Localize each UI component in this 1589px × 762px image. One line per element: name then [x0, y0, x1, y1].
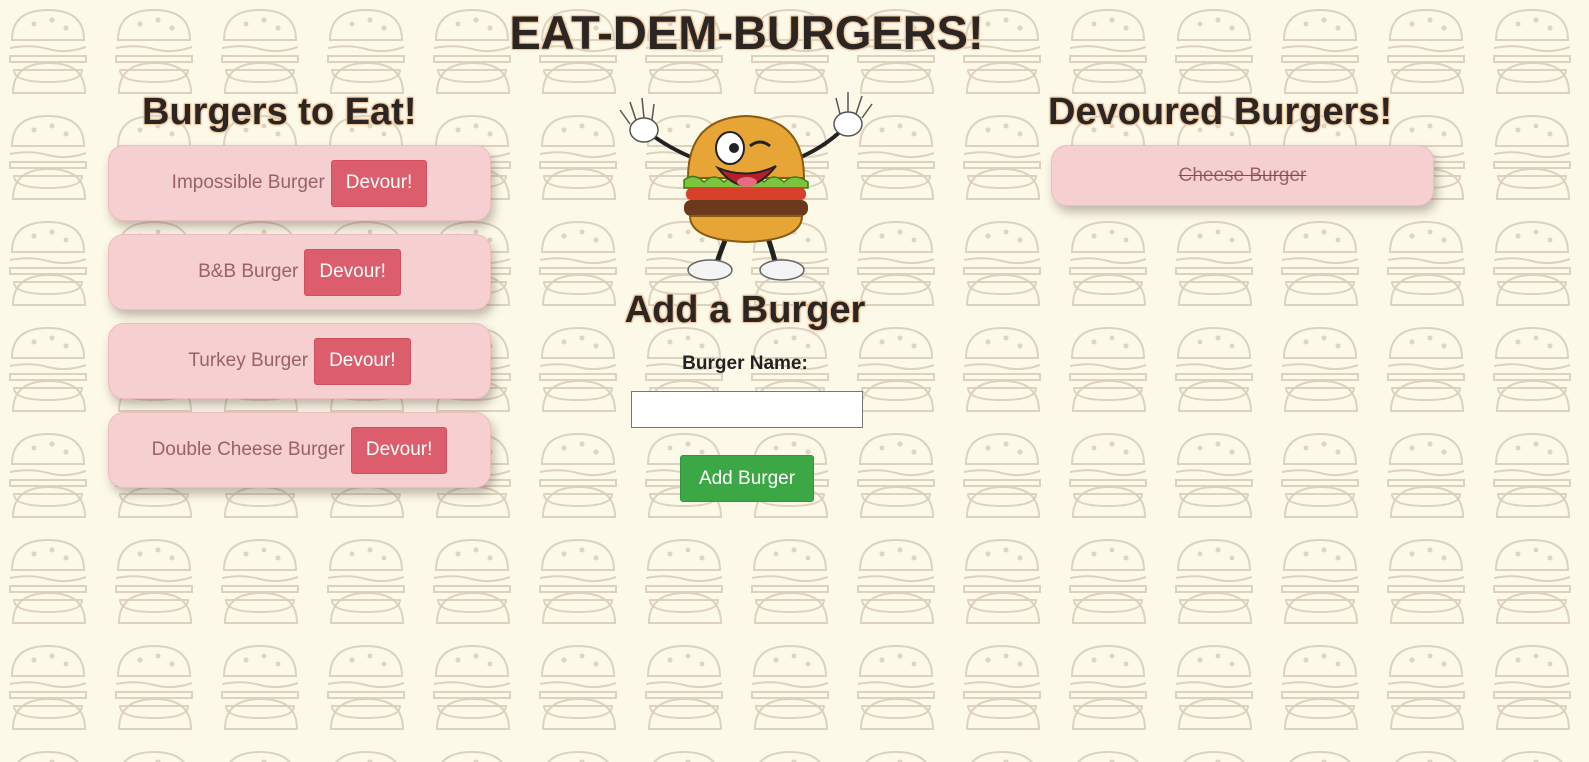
burger-name: Double Cheese Burger [151, 439, 345, 460]
add-burger-button[interactable]: Add Burger [680, 455, 814, 502]
devoured-burger-name: Cheese Burger [1178, 164, 1307, 186]
page-title: EAT-DEM-BURGERS! [509, 6, 984, 59]
devour-button[interactable]: Devour! [350, 426, 448, 474]
add-burger-title: Add a Burger [624, 289, 866, 331]
devour-button[interactable]: Devour! [330, 159, 428, 207]
burger-name: Turkey Burger [188, 350, 309, 371]
burgers-to-eat-title: Burgers to Eat! [142, 91, 417, 133]
devoured-burgers-title: Devoured Burgers! [1048, 91, 1393, 133]
burger-card-double-cheese: Double Cheese Burger Devour! [108, 412, 491, 488]
devour-button[interactable]: Devour! [314, 337, 411, 385]
burger-card-turkey: Turkey Burger Devour! [108, 323, 491, 399]
devoured-card: Cheese Burger [1051, 145, 1434, 206]
devour-button[interactable]: Devour! [304, 248, 401, 296]
burger-name: B&B Burger [198, 261, 299, 282]
burger-name-label: Burger Name: [682, 353, 808, 374]
burger-card-impossible: Impossible Burger Devour! [108, 145, 491, 221]
burger-mascot-icon [619, 92, 873, 281]
burger-name-input[interactable] [631, 391, 863, 428]
burger-name: Impossible Burger [171, 172, 325, 193]
burger-card-bb: B&B Burger Devour! [108, 234, 491, 310]
